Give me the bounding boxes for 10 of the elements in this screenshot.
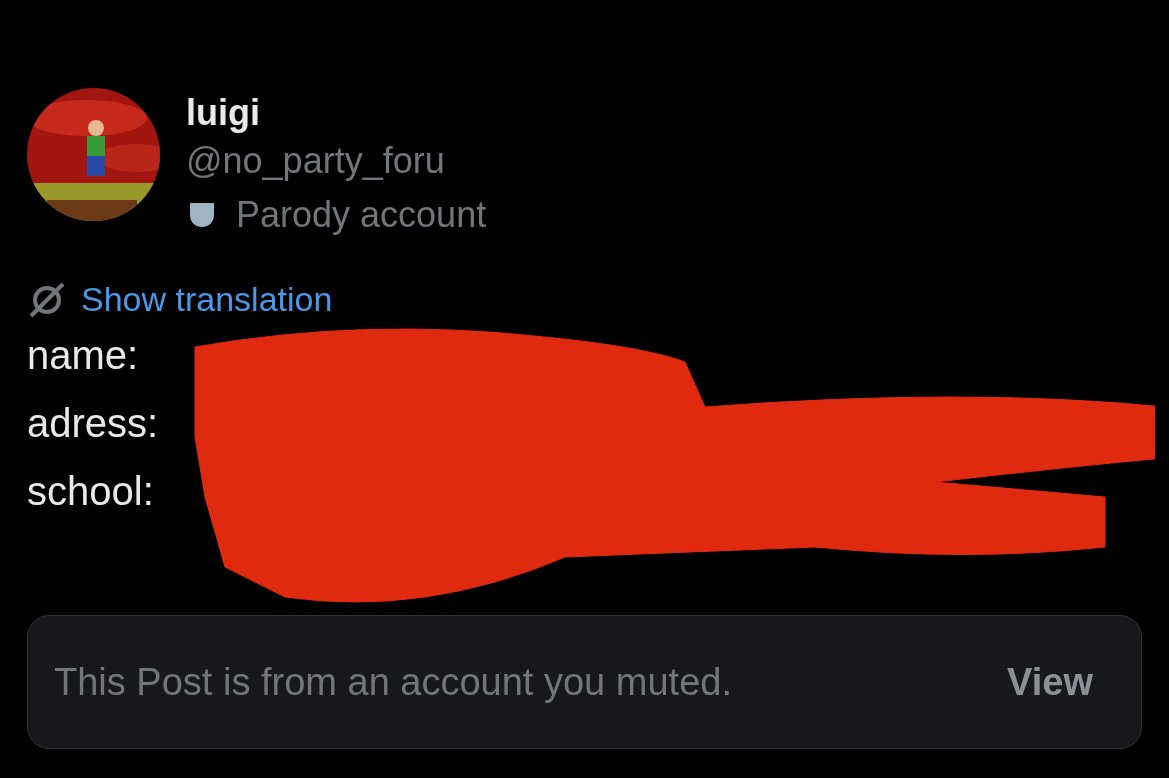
translate-icon [27, 281, 67, 318]
user-handle[interactable]: @no_party_foru [186, 134, 487, 188]
view-button[interactable]: View [1007, 660, 1093, 704]
field-label: adress: [27, 400, 159, 447]
show-translation-link[interactable]: Show translation [81, 280, 333, 319]
display-name[interactable]: luigi [186, 92, 487, 134]
field-label: school: [27, 468, 154, 515]
muted-notice-text: This Post is from an account you muted. [54, 660, 732, 704]
account-label: Parody account [236, 193, 487, 237]
field-label: name: [27, 332, 139, 379]
